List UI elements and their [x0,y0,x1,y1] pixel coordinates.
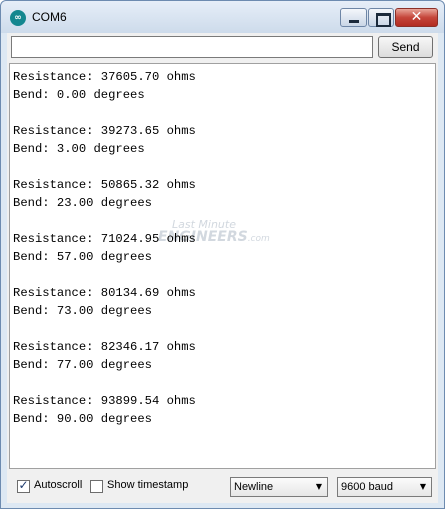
output-line: Bend: 73.00 degrees [13,304,152,318]
output-line: Resistance: 82346.17 ohms [13,340,196,354]
maximize-button[interactable] [368,8,394,27]
output-line: Resistance: 50865.32 ohms [13,178,196,192]
check-icon: ✓ [18,478,29,492]
window-title: COM6 [32,10,67,24]
line-ending-select[interactable]: Newline ▼ [230,477,328,497]
chevron-down-icon: ▼ [315,482,322,491]
output-line: Resistance: 80134.69 ohms [13,286,196,300]
minimize-button[interactable] [340,8,367,27]
autoscroll-label: Autoscroll [34,479,83,491]
serial-output[interactable]: Last Minute ENGINEERS.com Resistance: 37… [9,63,436,469]
close-button[interactable]: ✕ [395,8,438,27]
line-ending-value: Newline [234,481,274,493]
serial-input[interactable] [11,36,373,58]
timestamp-checkbox[interactable] [90,480,103,493]
serial-monitor-window: ∞ COM6 ✕ Send Last Minute ENGINEERS.com … [0,0,445,509]
output-line: Resistance: 93899.54 ohms [13,394,196,408]
output-lines: Resistance: 37605.70 ohms Bend: 0.00 degr… [13,68,196,428]
baud-rate-value: 9600 baud [341,481,393,493]
arduino-icon: ∞ [10,10,26,26]
output-line: Bend: 23.00 degrees [13,196,152,210]
output-line: Bend: 3.00 degrees [13,142,145,156]
autoscroll-checkbox[interactable]: ✓ [17,478,30,493]
close-icon: ✕ [410,9,423,25]
timestamp-label: Show timestamp [107,479,189,491]
maximize-icon [369,9,393,27]
status-bar: ✓ Autoscroll Show timestamp Newline ▼ 96… [7,473,438,501]
title-bar[interactable]: ∞ COM6 ✕ [1,1,444,33]
output-line: Bend: 57.00 degrees [13,250,152,264]
output-line: Bend: 90.00 degrees [13,412,152,426]
minimize-icon [341,9,366,26]
client-area: Send Last Minute ENGINEERS.com Resistanc… [7,33,438,503]
send-button[interactable]: Send [378,36,433,58]
output-line: Resistance: 37605.70 ohms [13,70,196,84]
watermark-suffix: .com [247,234,270,244]
output-line: Bend: 0.00 degrees [13,88,145,102]
baud-rate-select[interactable]: 9600 baud ▼ [337,477,432,497]
output-line: Bend: 77.00 degrees [13,358,152,372]
chevron-down-icon: ▼ [419,482,426,491]
output-line: Resistance: 39273.65 ohms [13,124,196,138]
output-line: Resistance: 71024.95 ohms [13,232,196,246]
